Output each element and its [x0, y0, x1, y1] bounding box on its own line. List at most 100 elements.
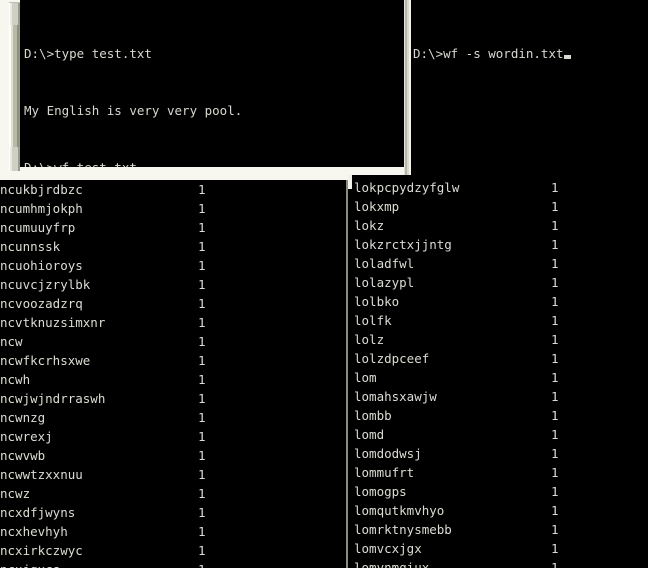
- terminal-left-line: D:\>type test.txt: [24, 46, 152, 61]
- word-count-value: 1: [551, 256, 559, 271]
- word-label: ncxdfjwyns: [0, 505, 76, 520]
- word-count-row: lokzrctxjjntg 1: [354, 235, 559, 254]
- word-count-value: 1: [551, 237, 559, 252]
- word-label: ncwfkcrhsxwe: [0, 353, 91, 368]
- word-count-row: lokxmp 1: [354, 197, 559, 216]
- window-divider-vertical: [404, 0, 411, 176]
- word-label: ncwh: [0, 372, 31, 387]
- word-label: loladfwl: [354, 256, 415, 271]
- word-count-row: ncvoozadzrq 1: [0, 294, 206, 313]
- word-count-row: ncxdfjwyns 1: [0, 503, 206, 522]
- word-label: ncvtknuzsimxnr: [0, 315, 106, 330]
- word-label: ncuohioroys: [0, 258, 83, 273]
- word-label: lolazypl: [354, 275, 415, 290]
- word-label: ncwwtzxxnuu: [0, 467, 83, 482]
- word-count-row: lolzdpceef 1: [354, 349, 559, 368]
- word-label: ncwnzg: [0, 410, 46, 425]
- word-label: ncumuuyfrp: [0, 220, 76, 235]
- word-label: ncw: [0, 334, 23, 349]
- word-count-value: 1: [551, 218, 559, 233]
- word-count-row: lokpcpydzyfglw 1: [354, 178, 559, 197]
- word-label: lolfk: [354, 313, 392, 328]
- word-count-value: 1: [551, 180, 559, 195]
- scrollbar-thumb[interactable]: [10, 25, 19, 147]
- word-count-row: lomvnmqiux 1: [354, 558, 559, 568]
- word-count-row: lolbko 1: [354, 292, 559, 311]
- terminal-window-left[interactable]: D:\>type test.txt My English is very ver…: [0, 0, 405, 175]
- word-label: ncxjgxcs: [0, 560, 198, 568]
- terminal-right-command-text: D:\>wf -s wordin.txt: [413, 46, 564, 61]
- word-count-value: 1: [198, 410, 206, 425]
- word-count-value: 1: [551, 503, 559, 518]
- word-count-value: 1: [551, 313, 559, 328]
- word-count-row: ncw 1: [0, 332, 206, 351]
- word-count-value: 1: [198, 239, 206, 254]
- list-divider-vertical: [346, 180, 348, 568]
- word-count-row: ncwjwjndrraswh 1: [0, 389, 206, 408]
- word-label: lom: [354, 370, 377, 385]
- word-count-value: 1: [198, 334, 206, 349]
- word-label: lokz: [354, 218, 385, 233]
- word-count-row: ncwnzg 1: [0, 408, 206, 427]
- word-count-row: ncxhevhyh 1: [0, 522, 206, 541]
- vertical-scrollbar[interactable]: [9, 2, 20, 171]
- word-count-row: lomvcxjgx 1: [354, 539, 559, 558]
- word-list-panel-right[interactable]: lokpcpydzyfglw 1 lokxmp 1 lokz 1 lokzrctxjjntg…: [348, 175, 648, 568]
- word-count-row: ncwfkcrhsxwe 1: [0, 351, 206, 370]
- terminal-left-line: D:\>wf test.txt: [24, 158, 242, 167]
- word-count-value: 1: [198, 353, 206, 368]
- word-count-value: 1: [198, 391, 206, 406]
- word-label: ncwvwb: [0, 448, 46, 463]
- word-label: ncvoozadzrq: [0, 296, 83, 311]
- word-count-value: 1: [198, 543, 206, 558]
- word-count-value: 1: [551, 275, 559, 290]
- word-count-row: ncunnssk 1: [0, 237, 206, 256]
- word-count-value: 1: [551, 370, 559, 385]
- word-list-panel-left[interactable]: ncukbjrdbzc 1 ncumhmjokph 1 ncumuuyfrp 1 ncunn…: [0, 180, 348, 568]
- list-right-corner-notch: [348, 175, 352, 189]
- word-count-row: lomdodwsj 1: [354, 444, 559, 463]
- terminal-window-right[interactable]: D:\>wf -s wordin.txt: [411, 0, 648, 175]
- word-count-row: lolfk 1: [354, 311, 559, 330]
- word-label: lomdodwsj: [354, 446, 422, 461]
- word-count-value: 1: [198, 467, 206, 482]
- word-label: lokzrctxjjntg: [354, 237, 452, 252]
- word-list-left-rows: ncukbjrdbzc 1 ncumhmjokph 1 ncumuuyfrp 1 ncunn…: [0, 180, 206, 568]
- word-count-row: ncwz 1: [0, 484, 206, 503]
- word-label: ncumhmjokph: [0, 201, 83, 216]
- terminal-right-output: D:\>wf -s wordin.txt: [413, 6, 571, 101]
- word-list-right-rows: lokpcpydzyfglw 1 lokxmp 1 lokz 1 lokzrctxjjntg…: [354, 178, 559, 568]
- word-count-value: 1: [198, 201, 206, 216]
- word-count-value: 1: [198, 505, 206, 520]
- word-count-value: 1: [198, 277, 206, 292]
- word-label: ncwz: [0, 486, 31, 501]
- word-label: lomvnmqiux: [354, 560, 430, 568]
- word-count-row: lomahsxawjw 1: [354, 387, 559, 406]
- word-count-value: 1: [551, 294, 559, 309]
- word-label: lomrktnysmebb: [354, 522, 452, 537]
- word-count-value: 1: [198, 296, 206, 311]
- word-count-row: ncuvcjzrylbk 1: [0, 275, 206, 294]
- word-count-value: 1: [551, 389, 559, 404]
- word-label: lombb: [354, 408, 392, 423]
- word-count-row: lommufrt 1: [354, 463, 559, 482]
- word-count-row: ncxjgxcs1: [0, 560, 206, 568]
- word-count-value: 1: [551, 199, 559, 214]
- word-count-value: 1: [551, 484, 559, 499]
- word-count-row: loladfwl 1: [354, 254, 559, 273]
- word-label: lomvcxjgx: [354, 541, 422, 556]
- word-count-value: 1: [198, 182, 206, 197]
- word-label: ncwrexj: [0, 429, 53, 444]
- terminal-left-screen: D:\>type test.txt My English is very ver…: [20, 0, 405, 167]
- word-count-value: 1: [551, 332, 559, 347]
- word-count-value: 1: [198, 448, 206, 463]
- word-label: ncxirkczwyc: [0, 543, 83, 558]
- word-count-row: lolazypl 1: [354, 273, 559, 292]
- word-label: lomahsxawjw: [354, 389, 437, 404]
- word-count-row: lomogps 1: [354, 482, 559, 501]
- word-count-row: ncwh 1: [0, 370, 206, 389]
- word-count-value: 1: [198, 315, 206, 330]
- word-label: ncunnssk: [0, 239, 61, 254]
- word-count-row: ncvtknuzsimxnr 1: [0, 313, 206, 332]
- word-count-row: lomrktnysmebb 1: [354, 520, 559, 539]
